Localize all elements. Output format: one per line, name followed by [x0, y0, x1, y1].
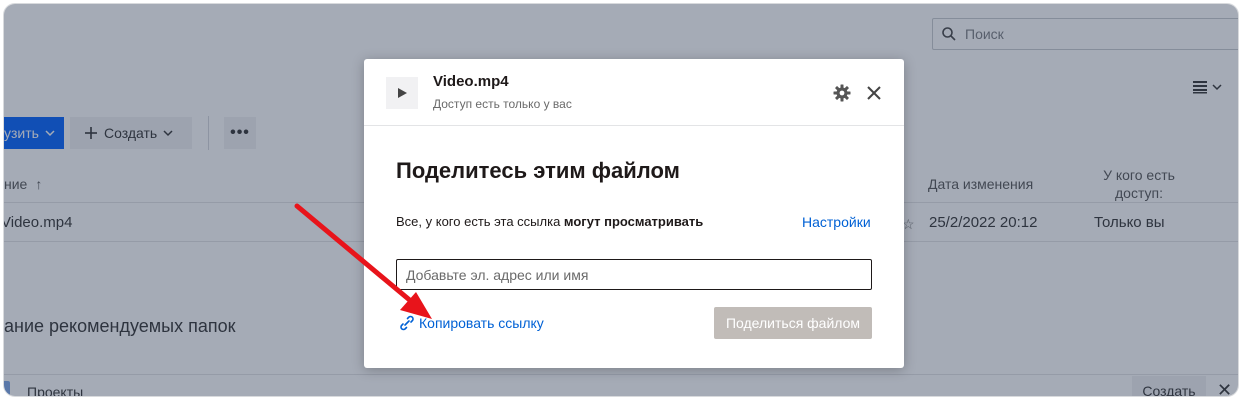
- settings-link[interactable]: Настройки: [802, 214, 871, 230]
- share-dialog: Video.mp4 Доступ есть только у вас Подел…: [364, 59, 904, 368]
- gear-icon[interactable]: [832, 83, 852, 103]
- dialog-access-note: Доступ есть только у вас: [433, 97, 572, 111]
- app-window: узить Создать ••• ние ↑ Дата изменения У…: [3, 3, 1239, 397]
- file-thumbnail: [386, 77, 418, 109]
- link-icon: [400, 315, 414, 331]
- link-permission-text: Все, у кого есть эта ссылка могут просма…: [396, 214, 703, 229]
- email-field[interactable]: [396, 259, 872, 290]
- share-file-button[interactable]: Поделиться файлом: [714, 307, 872, 339]
- dialog-divider: [364, 125, 904, 126]
- permission-prefix: Все, у кого есть эта ссылка: [396, 214, 561, 229]
- close-icon[interactable]: [864, 83, 884, 103]
- play-icon: [398, 88, 407, 98]
- copy-link-button[interactable]: Копировать ссылку: [400, 315, 544, 331]
- permission-level[interactable]: могут просматривать: [564, 214, 703, 229]
- dialog-file-name: Video.mp4: [433, 73, 509, 90]
- dialog-heading: Поделитесь этим файлом: [396, 158, 680, 183]
- copy-link-label: Копировать ссылку: [419, 315, 544, 331]
